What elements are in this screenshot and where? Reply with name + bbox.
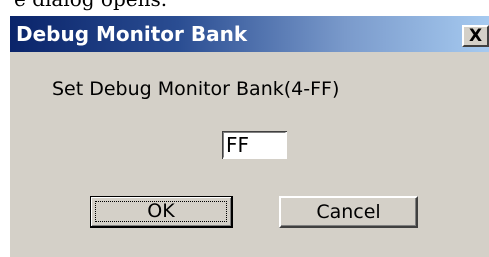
ok-button[interactable]: OK bbox=[90, 196, 233, 228]
bank-input-wrapper bbox=[222, 131, 287, 159]
debug-monitor-bank-dialog: Debug Monitor Bank X Set Debug Monitor B… bbox=[8, 14, 489, 257]
close-icon: X bbox=[468, 25, 483, 46]
bank-input[interactable] bbox=[222, 131, 287, 159]
cancel-button-label: Cancel bbox=[316, 200, 381, 223]
prompt-label: Set Debug Monitor Bank(4-FF) bbox=[52, 78, 340, 100]
title-bar[interactable]: Debug Monitor Bank X bbox=[10, 16, 489, 52]
dialog-title: Debug Monitor Bank bbox=[16, 22, 248, 46]
background-text: e dialog opens. bbox=[14, 0, 167, 11]
cancel-button[interactable]: Cancel bbox=[279, 196, 418, 228]
screen: e dialog opens. Debug Monitor Bank X Set… bbox=[0, 0, 489, 257]
close-button[interactable]: X bbox=[462, 25, 489, 47]
ok-button-label: OK bbox=[147, 200, 175, 222]
